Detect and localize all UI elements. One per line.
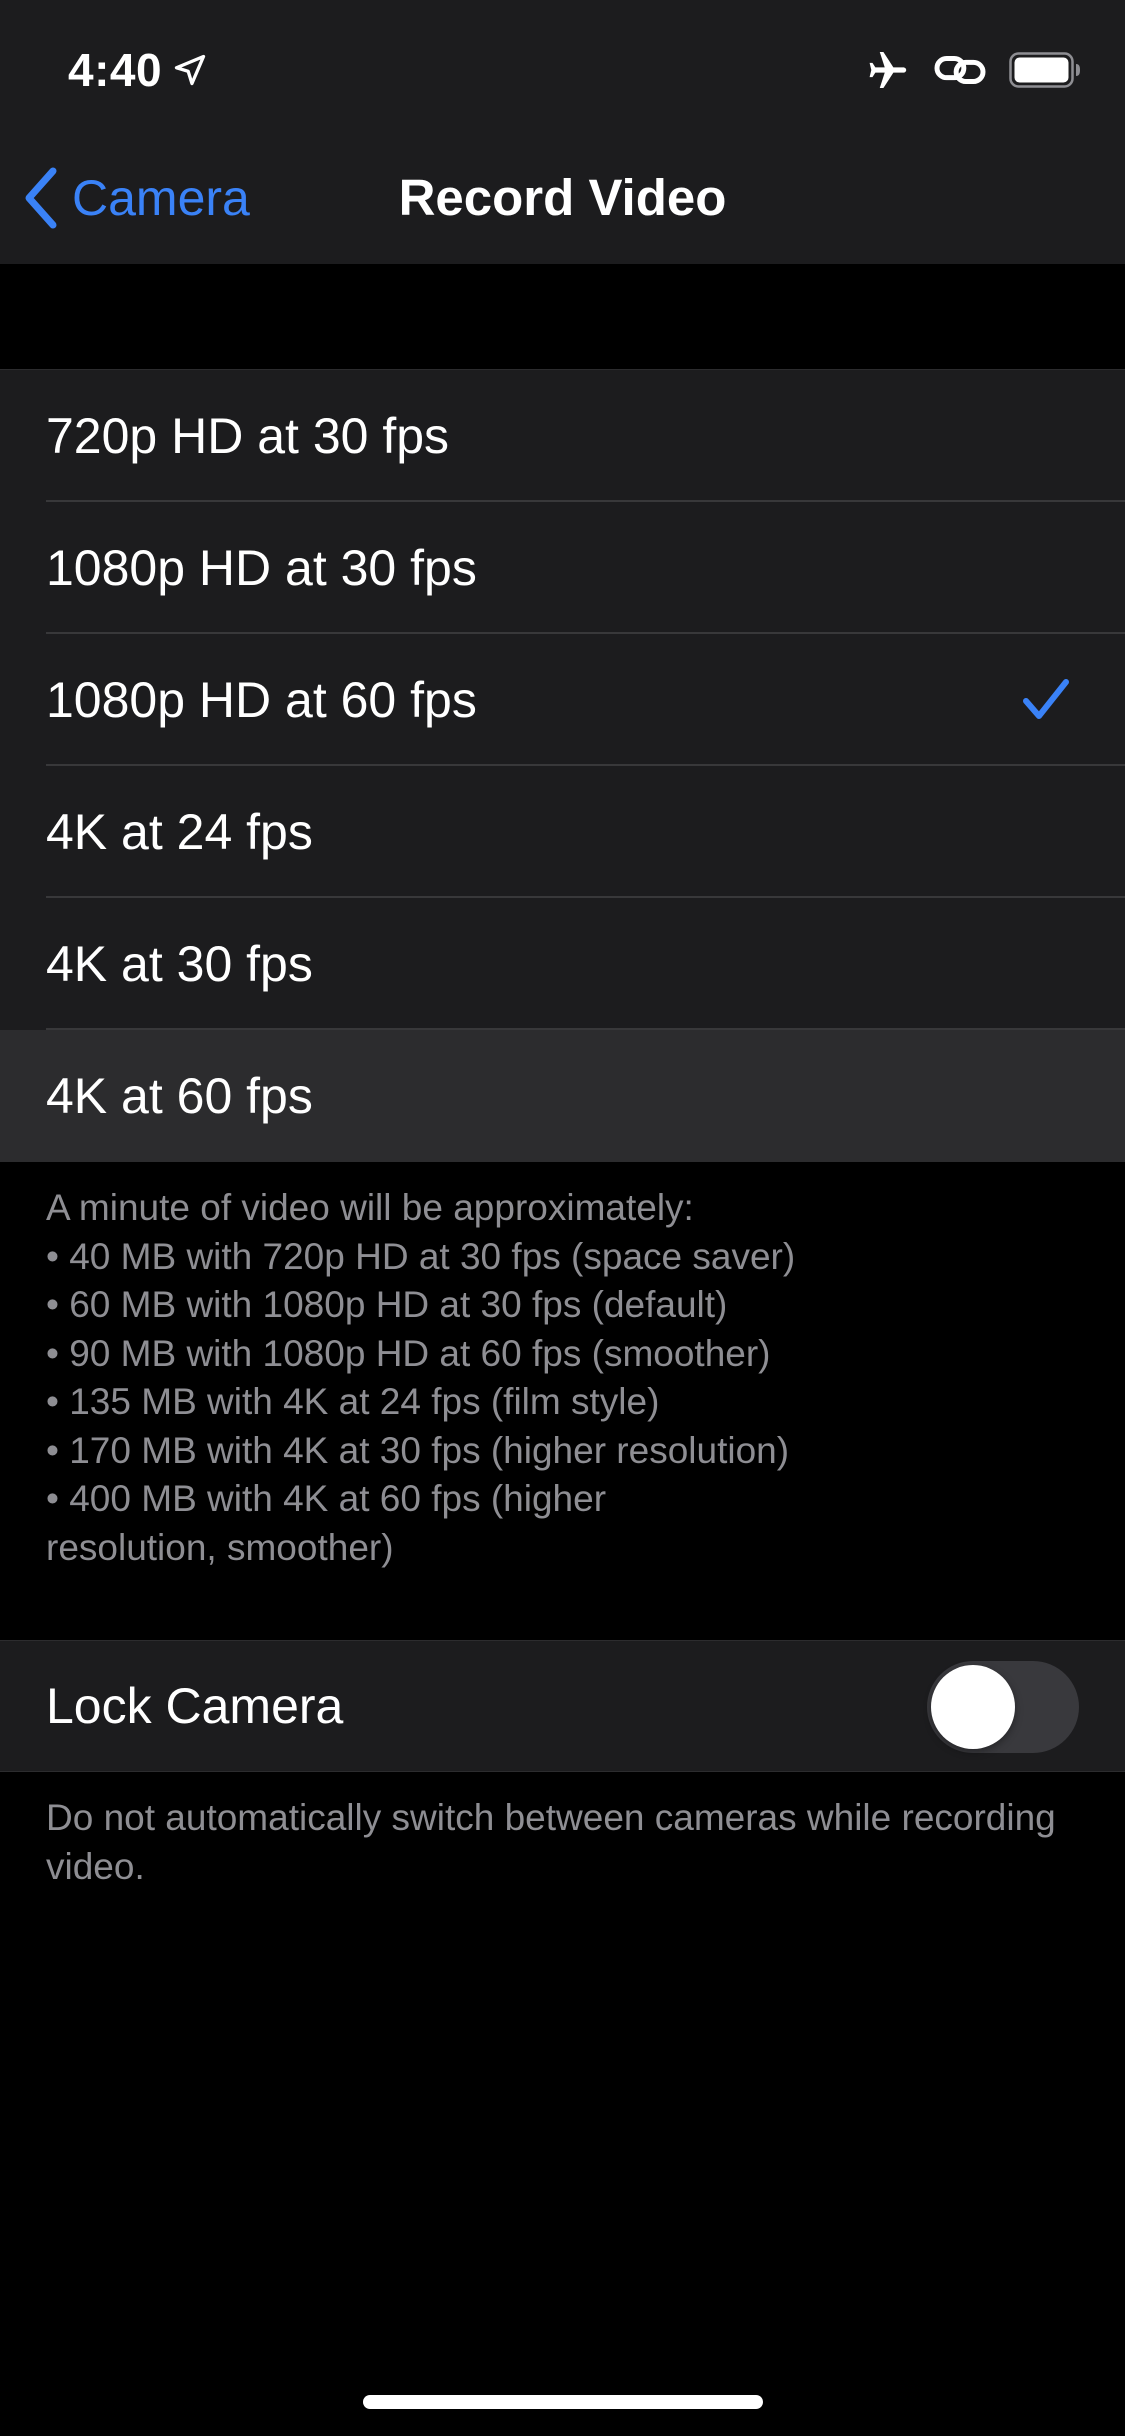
option-4k-60fps[interactable]: 4K at 60 fps	[0, 1030, 1125, 1162]
location-arrow-icon	[174, 54, 206, 86]
option-1080p-60fps[interactable]: 1080p HD at 60 fps	[0, 634, 1125, 766]
top-bar: 4:40 Camera Record Video	[0, 0, 1125, 264]
checkmark-icon	[1023, 679, 1069, 719]
lock-camera-row: Lock Camera	[0, 1640, 1125, 1772]
page-title: Record Video	[398, 169, 727, 226]
video-size-footnote: A minute of video will be approximately:…	[46, 1187, 796, 1568]
lock-camera-footnote: Do not automatically switch between came…	[46, 1797, 1056, 1887]
option-label: 1080p HD at 30 fps	[46, 540, 477, 596]
option-720p-30fps[interactable]: 720p HD at 30 fps	[0, 370, 1125, 502]
status-time: 4:40	[68, 40, 208, 100]
toggle-knob	[931, 1665, 1015, 1749]
status-time-label: 4:40	[68, 44, 163, 96]
record-video-options: 720p HD at 30 fps 1080p HD at 30 fps 108…	[0, 369, 1125, 1162]
home-indicator[interactable]	[363, 2395, 763, 2409]
option-label: 720p HD at 30 fps	[46, 408, 450, 464]
lock-camera-toggle[interactable]	[927, 1661, 1079, 1753]
status-icons	[865, 40, 1081, 100]
option-label: 4K at 30 fps	[46, 936, 313, 992]
battery-icon	[1009, 52, 1080, 88]
link-icon	[934, 56, 986, 84]
option-4k-30fps[interactable]: 4K at 30 fps	[0, 898, 1125, 1030]
airplane-icon	[869, 51, 907, 89]
lock-camera-label: Lock Camera	[46, 1678, 344, 1734]
option-label: 4K at 60 fps	[46, 1068, 313, 1124]
option-label: 4K at 24 fps	[46, 804, 313, 860]
option-label: 1080p HD at 60 fps	[46, 672, 477, 728]
option-1080p-30fps[interactable]: 1080p HD at 30 fps	[0, 502, 1125, 634]
option-4k-24fps[interactable]: 4K at 24 fps	[0, 766, 1125, 898]
